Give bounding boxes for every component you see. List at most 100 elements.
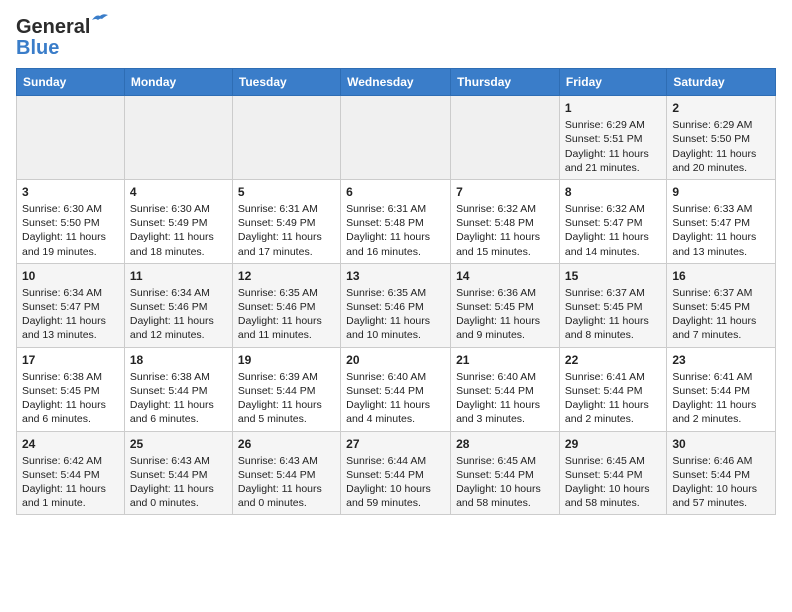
day-info: Sunrise: 6:46 AMSunset: 5:44 PMDaylight:…	[672, 455, 757, 510]
day-number: 4	[130, 184, 227, 200]
calendar-cell	[124, 96, 232, 180]
day-info: Sunrise: 6:38 AMSunset: 5:44 PMDaylight:…	[130, 371, 214, 426]
col-header-monday: Monday	[124, 69, 232, 96]
calendar-cell: 30 Sunrise: 6:46 AMSunset: 5:44 PMDayligh…	[667, 431, 776, 515]
day-number: 27	[346, 436, 445, 452]
calendar-cell: 24 Sunrise: 6:42 AMSunset: 5:44 PMDayligh…	[17, 431, 125, 515]
day-info: Sunrise: 6:40 AMSunset: 5:44 PMDaylight:…	[456, 371, 540, 426]
calendar-cell: 4 Sunrise: 6:30 AMSunset: 5:49 PMDaylight…	[124, 179, 232, 263]
calendar-cell: 22 Sunrise: 6:41 AMSunset: 5:44 PMDayligh…	[559, 347, 666, 431]
day-number: 20	[346, 352, 445, 368]
day-number: 29	[565, 436, 661, 452]
calendar-cell: 20 Sunrise: 6:40 AMSunset: 5:44 PMDayligh…	[341, 347, 451, 431]
col-header-wednesday: Wednesday	[341, 69, 451, 96]
day-number: 19	[238, 352, 335, 368]
calendar-cell: 29 Sunrise: 6:45 AMSunset: 5:44 PMDayligh…	[559, 431, 666, 515]
calendar-cell	[451, 96, 560, 180]
day-info: Sunrise: 6:30 AMSunset: 5:50 PMDaylight:…	[22, 203, 106, 258]
week-row-4: 17 Sunrise: 6:38 AMSunset: 5:45 PMDayligh…	[17, 347, 776, 431]
calendar-cell: 14 Sunrise: 6:36 AMSunset: 5:45 PMDayligh…	[451, 263, 560, 347]
calendar-header-row: SundayMondayTuesdayWednesdayThursdayFrid…	[17, 69, 776, 96]
day-info: Sunrise: 6:38 AMSunset: 5:45 PMDaylight:…	[22, 371, 106, 426]
day-number: 9	[672, 184, 770, 200]
col-header-tuesday: Tuesday	[232, 69, 340, 96]
logo: General Blue	[16, 16, 90, 60]
day-info: Sunrise: 6:32 AMSunset: 5:47 PMDaylight:…	[565, 203, 649, 258]
day-info: Sunrise: 6:42 AMSunset: 5:44 PMDaylight:…	[22, 455, 106, 510]
calendar-cell: 19 Sunrise: 6:39 AMSunset: 5:44 PMDayligh…	[232, 347, 340, 431]
calendar-cell: 7 Sunrise: 6:32 AMSunset: 5:48 PMDaylight…	[451, 179, 560, 263]
calendar-cell: 9 Sunrise: 6:33 AMSunset: 5:47 PMDaylight…	[667, 179, 776, 263]
day-info: Sunrise: 6:43 AMSunset: 5:44 PMDaylight:…	[130, 455, 214, 510]
calendar-cell: 3 Sunrise: 6:30 AMSunset: 5:50 PMDaylight…	[17, 179, 125, 263]
day-info: Sunrise: 6:37 AMSunset: 5:45 PMDaylight:…	[565, 287, 649, 342]
day-number: 25	[130, 436, 227, 452]
day-info: Sunrise: 6:44 AMSunset: 5:44 PMDaylight:…	[346, 455, 431, 510]
day-info: Sunrise: 6:40 AMSunset: 5:44 PMDaylight:…	[346, 371, 430, 426]
day-info: Sunrise: 6:43 AMSunset: 5:44 PMDaylight:…	[238, 455, 322, 510]
day-info: Sunrise: 6:33 AMSunset: 5:47 PMDaylight:…	[672, 203, 756, 258]
logo-bird-icon	[90, 12, 108, 26]
calendar-cell: 11 Sunrise: 6:34 AMSunset: 5:46 PMDayligh…	[124, 263, 232, 347]
day-number: 26	[238, 436, 335, 452]
day-info: Sunrise: 6:37 AMSunset: 5:45 PMDaylight:…	[672, 287, 756, 342]
calendar-cell: 15 Sunrise: 6:37 AMSunset: 5:45 PMDayligh…	[559, 263, 666, 347]
day-number: 14	[456, 268, 554, 284]
day-number: 24	[22, 436, 119, 452]
day-number: 30	[672, 436, 770, 452]
calendar-cell: 23Sunrise: 6:41 AMSunset: 5:44 PMDayligh…	[667, 347, 776, 431]
day-number: 22	[565, 352, 661, 368]
calendar-cell: 28Sunrise: 6:45 AMSunset: 5:44 PMDayligh…	[451, 431, 560, 515]
day-number: 28	[456, 436, 554, 452]
day-info: Sunrise: 6:39 AMSunset: 5:44 PMDaylight:…	[238, 371, 322, 426]
day-number: 21	[456, 352, 554, 368]
calendar-cell: 25 Sunrise: 6:43 AMSunset: 5:44 PMDayligh…	[124, 431, 232, 515]
calendar-table: SundayMondayTuesdayWednesdayThursdayFrid…	[16, 68, 776, 515]
calendar-cell	[341, 96, 451, 180]
day-info: Sunrise: 6:36 AMSunset: 5:45 PMDaylight:…	[456, 287, 540, 342]
day-info: Sunrise: 6:30 AMSunset: 5:49 PMDaylight:…	[130, 203, 214, 258]
calendar-cell: 6Sunrise: 6:31 AMSunset: 5:48 PMDaylight…	[341, 179, 451, 263]
day-number: 8	[565, 184, 661, 200]
day-info: Sunrise: 6:45 AMSunset: 5:44 PMDaylight:…	[565, 455, 650, 510]
day-number: 2	[672, 100, 770, 116]
day-number: 16	[672, 268, 770, 284]
calendar-cell	[17, 96, 125, 180]
day-info: Sunrise: 6:29 AMSunset: 5:50 PMDaylight:…	[672, 119, 756, 174]
day-number: 17	[22, 352, 119, 368]
day-info: Sunrise: 6:34 AMSunset: 5:47 PMDaylight:…	[22, 287, 106, 342]
calendar-cell: 27 Sunrise: 6:44 AMSunset: 5:44 PMDayligh…	[341, 431, 451, 515]
day-number: 1	[565, 100, 661, 116]
calendar-cell: 5Sunrise: 6:31 AMSunset: 5:49 PMDaylight…	[232, 179, 340, 263]
calendar-cell: 10 Sunrise: 6:34 AMSunset: 5:47 PMDayligh…	[17, 263, 125, 347]
col-header-friday: Friday	[559, 69, 666, 96]
day-number: 15	[565, 268, 661, 284]
logo-general: General	[16, 16, 90, 38]
calendar-cell: 1 Sunrise: 6:29 AMSunset: 5:51 PMDaylight…	[559, 96, 666, 180]
page-header: General Blue	[16, 16, 776, 60]
day-info: Sunrise: 6:31 AMSunset: 5:49 PMDaylight:…	[238, 203, 322, 258]
day-info: Sunrise: 6:35 AMSunset: 5:46 PMDaylight:…	[346, 287, 430, 342]
calendar-cell: 26 Sunrise: 6:43 AMSunset: 5:44 PMDayligh…	[232, 431, 340, 515]
calendar-cell: 2 Sunrise: 6:29 AMSunset: 5:50 PMDaylight…	[667, 96, 776, 180]
day-info: Sunrise: 6:32 AMSunset: 5:48 PMDaylight:…	[456, 203, 540, 258]
logo-blue: Blue	[16, 37, 59, 60]
col-header-sunday: Sunday	[17, 69, 125, 96]
day-number: 12	[238, 268, 335, 284]
week-row-2: 3 Sunrise: 6:30 AMSunset: 5:50 PMDaylight…	[17, 179, 776, 263]
calendar-cell: 13Sunrise: 6:35 AMSunset: 5:46 PMDayligh…	[341, 263, 451, 347]
calendar-cell	[232, 96, 340, 180]
day-number: 3	[22, 184, 119, 200]
day-number: 11	[130, 268, 227, 284]
col-header-thursday: Thursday	[451, 69, 560, 96]
day-info: Sunrise: 6:34 AMSunset: 5:46 PMDaylight:…	[130, 287, 214, 342]
calendar-cell: 16 Sunrise: 6:37 AMSunset: 5:45 PMDayligh…	[667, 263, 776, 347]
day-number: 6	[346, 184, 445, 200]
day-info: Sunrise: 6:41 AMSunset: 5:44 PMDaylight:…	[565, 371, 649, 426]
day-number: 7	[456, 184, 554, 200]
day-number: 10	[22, 268, 119, 284]
day-info: Sunrise: 6:29 AMSunset: 5:51 PMDaylight:…	[565, 119, 649, 174]
day-number: 23	[672, 352, 770, 368]
week-row-3: 10 Sunrise: 6:34 AMSunset: 5:47 PMDayligh…	[17, 263, 776, 347]
calendar-cell: 17 Sunrise: 6:38 AMSunset: 5:45 PMDayligh…	[17, 347, 125, 431]
